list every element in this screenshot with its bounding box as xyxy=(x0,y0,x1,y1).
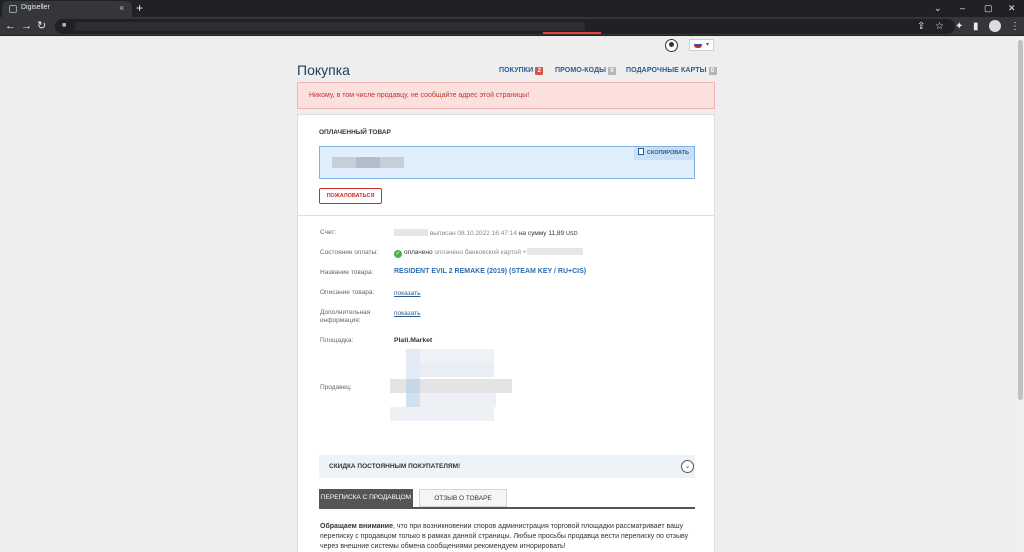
product-key-redacted xyxy=(332,157,404,168)
platform-label: Площадка: xyxy=(320,337,354,344)
show-additional-info-link[interactable]: показать xyxy=(394,310,420,318)
lock-icon: ■ xyxy=(62,22,67,29)
tab-seller-chat[interactable]: ПЕРЕПИСКА С ПРОДАВЦОМ xyxy=(319,489,413,507)
language-select[interactable]: ▾ xyxy=(689,39,714,51)
seller-label: Продавец: xyxy=(320,384,352,391)
warning-text: Никому, в том числе продавцу, не сообщай… xyxy=(309,92,530,99)
browser-toolbar: ← → ↻ ■ ⇪ ☆ ✦ ▮ ⋮ xyxy=(0,17,1024,36)
description-label: Описание товара: xyxy=(320,289,375,296)
invoice-label: Счет: xyxy=(320,229,337,236)
url-highlight xyxy=(543,32,601,34)
minimize-icon[interactable]: – xyxy=(960,2,965,14)
product-name-link[interactable]: RESIDENT EVIL 2 REMAKE (2019) (STEAM KEY… xyxy=(394,268,586,276)
tab-product-review[interactable]: ОТЗЫВ О ТОВАРЕ xyxy=(419,489,507,507)
dispute-notice: Обращаем внимание, что при возникновении… xyxy=(320,523,689,550)
user-account-icon[interactable] xyxy=(665,39,678,52)
paid-item-card: ОПЛАЧЕННЫЙ ТОВАР СКОПИРОВАТЬ ПОЖАЛОВАТЬС… xyxy=(297,114,715,216)
loyalty-discount-accordion[interactable]: СКИДКА ПОСТОЯННЫМ ПОКУПАТЕЛЯМ! ⌄ xyxy=(319,455,695,478)
back-icon[interactable]: ← xyxy=(5,20,16,33)
product-key-field[interactable]: СКОПИРОВАТЬ xyxy=(319,146,695,179)
show-description-link[interactable]: показать xyxy=(394,290,420,298)
tab-title: Digiseller xyxy=(21,4,50,11)
menu-dots-icon[interactable]: ⋮ xyxy=(1010,20,1020,33)
scrollbar-thumb[interactable] xyxy=(1018,40,1023,400)
payment-status-value: ✓ оплачено оплачено банковской картой + xyxy=(394,248,583,258)
copy-button[interactable]: СКОПИРОВАТЬ xyxy=(633,147,694,160)
sidebar-icon[interactable]: ▮ xyxy=(973,20,979,33)
address-bar[interactable]: ■ xyxy=(55,19,955,34)
forward-icon[interactable]: → xyxy=(21,20,32,33)
reload-icon[interactable]: ↻ xyxy=(37,20,46,33)
platform-value: Plati.Market xyxy=(394,337,433,344)
payment-status-label: Состояние оплаты: xyxy=(320,249,379,256)
new-tab-button[interactable]: + xyxy=(136,1,143,15)
additional-info-label: Дополнительная информация: xyxy=(320,309,371,324)
bookmark-star-icon[interactable]: ☆ xyxy=(935,20,944,33)
chevron-down-icon: ▾ xyxy=(706,42,710,48)
tab-search-icon[interactable]: ⌄ xyxy=(934,2,942,14)
restore-icon[interactable]: ▢ xyxy=(984,2,993,14)
message-tabs: ПЕРЕПИСКА С ПРОДАВЦОМ ОТЗЫВ О ТОВАРЕ xyxy=(319,489,695,509)
russia-flag-icon xyxy=(694,42,702,48)
security-warning: Никому, в том числе продавцу, не сообщай… xyxy=(297,82,715,109)
favicon-icon xyxy=(9,5,17,13)
order-details: Счет: выписан 08.10.2022 16:47:14 на сум… xyxy=(297,216,715,552)
url-redacted xyxy=(75,22,585,31)
card-number-redacted xyxy=(526,248,583,255)
paid-item-title: ОПЛАЧЕННЫЙ ТОВАР xyxy=(319,129,391,136)
invoice-value: выписан 08.10.2022 16:47:14 на сумму 11,… xyxy=(394,229,578,238)
product-name-label: Название товара: xyxy=(320,269,374,276)
extensions-icon[interactable]: ✦ xyxy=(955,20,963,33)
browser-tab-strip: Digiseller × + ⌄ – ▢ ✕ xyxy=(0,0,1024,17)
nav-promo-codes[interactable]: ПРОМО-КОДЫ 0 xyxy=(555,67,617,75)
nav-purchases[interactable]: ПОКУПКИ 2 xyxy=(499,67,544,75)
purchases-count-badge: 2 xyxy=(535,67,544,75)
loyalty-discount-title: СКИДКА ПОСТОЯННЫМ ПОКУПАТЕЛЯМ! xyxy=(329,463,461,470)
copy-icon xyxy=(637,148,644,155)
close-window-icon[interactable]: ✕ xyxy=(1008,2,1016,14)
page-title: Покупка xyxy=(297,62,350,78)
share-icon[interactable]: ⇪ xyxy=(917,20,925,33)
chevron-down-icon[interactable]: ⌄ xyxy=(681,460,694,473)
close-tab-icon[interactable]: × xyxy=(119,3,124,14)
invoice-number-redacted xyxy=(394,229,428,236)
profile-avatar[interactable] xyxy=(989,20,1001,32)
complain-button[interactable]: ПОЖАЛОВАТЬСЯ xyxy=(319,188,382,204)
gift-cards-count-badge: 0 xyxy=(708,67,717,75)
browser-tab[interactable]: Digiseller × xyxy=(2,1,132,17)
check-circle-icon: ✓ xyxy=(394,250,402,258)
promo-count-badge: 0 xyxy=(608,67,617,75)
nav-gift-cards[interactable]: ПОДАРОЧНЫЕ КАРТЫ 0 xyxy=(626,67,717,75)
